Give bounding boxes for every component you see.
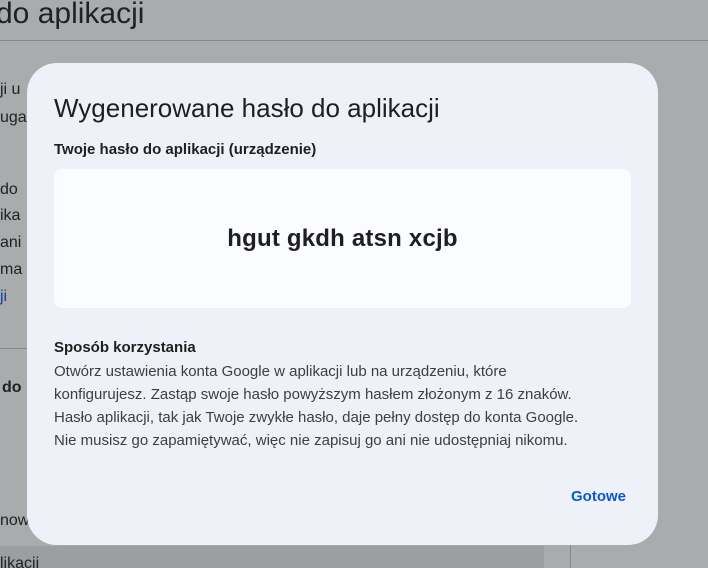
usage-instructions-line: konfigurujesz. Zastąp swoje hasło powyżs… — [54, 386, 572, 403]
usage-heading: Sposób korzystania — [54, 339, 196, 356]
usage-instructions-line: Hasło aplikacji, tak jak Twoje zwykłe ha… — [54, 409, 579, 426]
usage-instructions-line: Otwórz ustawienia konta Google w aplikac… — [54, 363, 507, 380]
dialog-title: Wygenerowane hasło do aplikacji — [54, 93, 440, 123]
password-box: hgut gkdh atsn xcjb — [54, 169, 631, 308]
usage-instructions: Otwórz ustawienia konta Google w aplikac… — [54, 360, 634, 452]
usage-instructions-line: Nie musisz go zapamiętywać, więc nie zap… — [54, 432, 568, 449]
app-password-dialog: Wygenerowane hasło do aplikacji Twoje ha… — [27, 63, 658, 545]
done-button[interactable]: Gotowe — [569, 484, 628, 509]
password-label: Twoje hasło do aplikacji (urządzenie) — [54, 141, 317, 158]
generated-password[interactable]: hgut gkdh atsn xcjb — [227, 225, 457, 253]
